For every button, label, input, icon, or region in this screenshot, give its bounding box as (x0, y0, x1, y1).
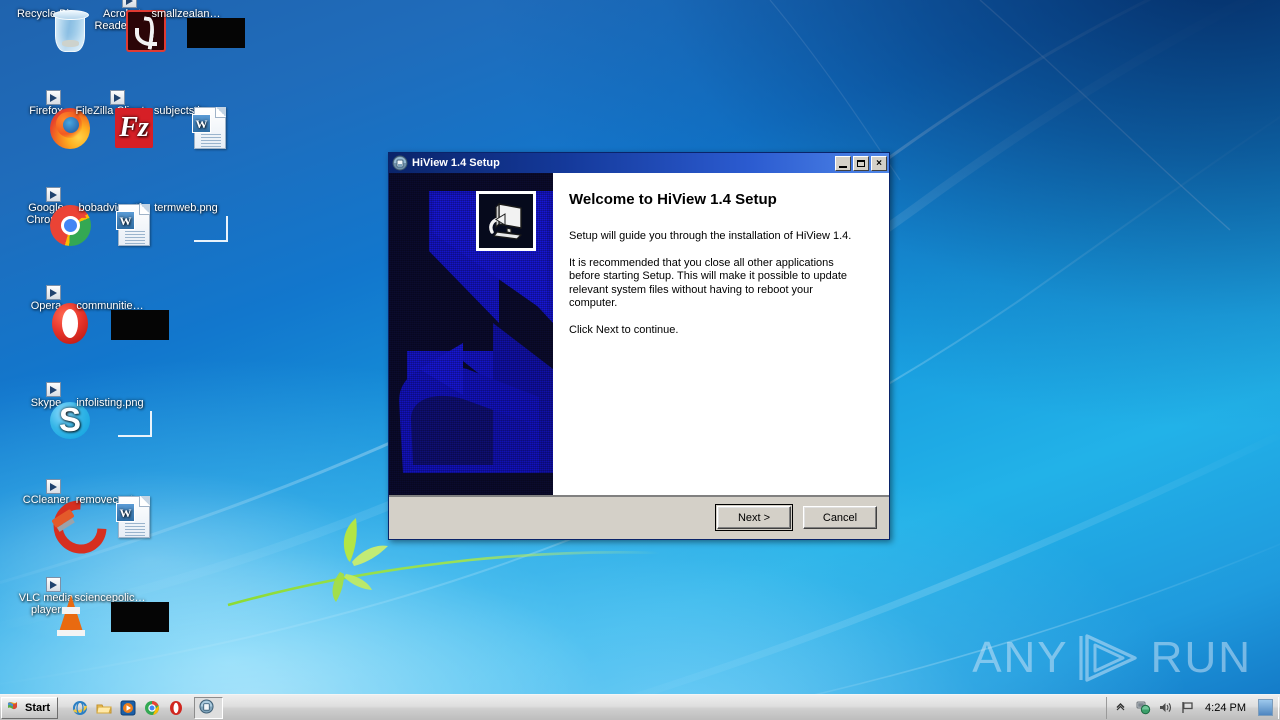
window-title: HiView 1.4 Setup (412, 157, 500, 169)
anyrun-watermark: ANY RUN (972, 632, 1252, 684)
window-body: Welcome to HiView 1.4 Setup Setup will g… (389, 173, 889, 495)
desktop-icon-removecont[interactable]: Wremovecont… (72, 494, 150, 538)
task-button-area[interactable] (194, 696, 224, 719)
hiview-setup-window[interactable]: HiView 1.4 Setup × Welcome to HiView 1.4… (388, 152, 890, 540)
show-desktop-button[interactable] (1258, 699, 1273, 716)
shortcut-overlay-icon (122, 0, 137, 8)
quick-launch-bar[interactable] (72, 700, 184, 716)
desktop-icon-label: termweb.png (154, 202, 218, 214)
watermark-left-text: ANY (972, 633, 1069, 682)
desktop[interactable]: Recycle Bin Acrobat Reader DC smallzealan… F… (0, 0, 1280, 720)
window-controls[interactable]: × (835, 155, 887, 171)
intro-paragraph: Setup will guide you through the install… (569, 230, 852, 242)
desktop-icon-label: infolisting.png (76, 397, 144, 409)
installer-icon (392, 155, 408, 171)
shortcut-overlay-icon (46, 90, 61, 105)
desktop-icon-layer: Recycle Bin Acrobat Reader DC smallzealan… F… (0, 0, 300, 690)
window-footer: Next > Cancel (389, 495, 889, 539)
desktop-icon-communitie[interactable]: communitie… (72, 300, 169, 340)
page-title: Welcome to HiView 1.4 Setup (569, 191, 777, 208)
computer-install-icon (476, 191, 536, 251)
volume-icon[interactable] (1158, 700, 1173, 715)
show-hidden-icons-arrow[interactable] (1114, 700, 1129, 715)
shortcut-overlay-icon (46, 285, 61, 300)
close-button[interactable]: × (871, 155, 887, 171)
system-tray[interactable]: 4:24 PM (1106, 696, 1279, 719)
close-icon: × (876, 157, 882, 169)
desktop-icon-infolisting.png[interactable]: infolisting.png (72, 397, 152, 437)
internet-explorer-icon[interactable] (72, 700, 88, 716)
shortcut-overlay-icon (46, 479, 61, 494)
windows-media-player-icon[interactable] (120, 700, 136, 716)
installer-icon (199, 698, 214, 717)
taskbar-clock[interactable]: 4:24 PM (1202, 702, 1249, 714)
desktop-icon-recycle-bin[interactable]: Recycle Bin (8, 8, 89, 52)
shortcut-overlay-icon (110, 90, 125, 105)
desktop-icon-subjectsthr[interactable]: Wsubjectsthr… (148, 105, 226, 149)
desktop-icon-bobadvice.rtf[interactable]: Wbobadvice.rtf (72, 202, 150, 246)
shortcut-overlay-icon (46, 187, 61, 202)
recommendation-paragraph: It is recommended that you close all oth… (569, 256, 848, 310)
shortcut-overlay-icon (46, 577, 61, 592)
taskbar[interactable]: Start 4:24 PM (0, 694, 1280, 720)
next-instruction-paragraph: Click Next to continue. (569, 323, 679, 336)
start-label: Start (25, 701, 51, 714)
opera-icon[interactable] (168, 700, 184, 716)
maximize-button[interactable] (853, 155, 869, 171)
desktop-icon-smallzealan[interactable]: smallzealan… (148, 8, 245, 48)
watermark-right-text: RUN (1150, 633, 1252, 682)
cancel-button[interactable]: Cancel (803, 506, 877, 529)
windows-explorer-icon[interactable] (96, 700, 112, 716)
next-button[interactable]: Next > (715, 504, 793, 531)
desktop-icon-termweb.png[interactable]: termweb.png (148, 202, 228, 242)
nsis-welcome-banner (389, 173, 553, 495)
welcome-content-pane: Welcome to HiView 1.4 Setup Setup will g… (553, 173, 889, 495)
windows-logo-icon (6, 699, 21, 717)
window-titlebar[interactable]: HiView 1.4 Setup × (389, 153, 889, 173)
google-chrome-icon[interactable] (144, 700, 160, 716)
shortcut-overlay-icon (46, 382, 61, 397)
action-center-flag-icon[interactable] (1180, 700, 1195, 715)
hiview-setup-task-button[interactable] (194, 696, 224, 719)
network-icon[interactable] (1136, 700, 1151, 715)
desktop-icon-sciencepolic[interactable]: sciencepolic… (72, 592, 169, 632)
anyrun-play-logo-icon (1079, 632, 1141, 684)
minimize-button[interactable] (835, 155, 851, 171)
desktop-icon-filezilla-client[interactable]: FileZilla Client (72, 90, 153, 148)
start-button[interactable]: Start (1, 696, 59, 719)
